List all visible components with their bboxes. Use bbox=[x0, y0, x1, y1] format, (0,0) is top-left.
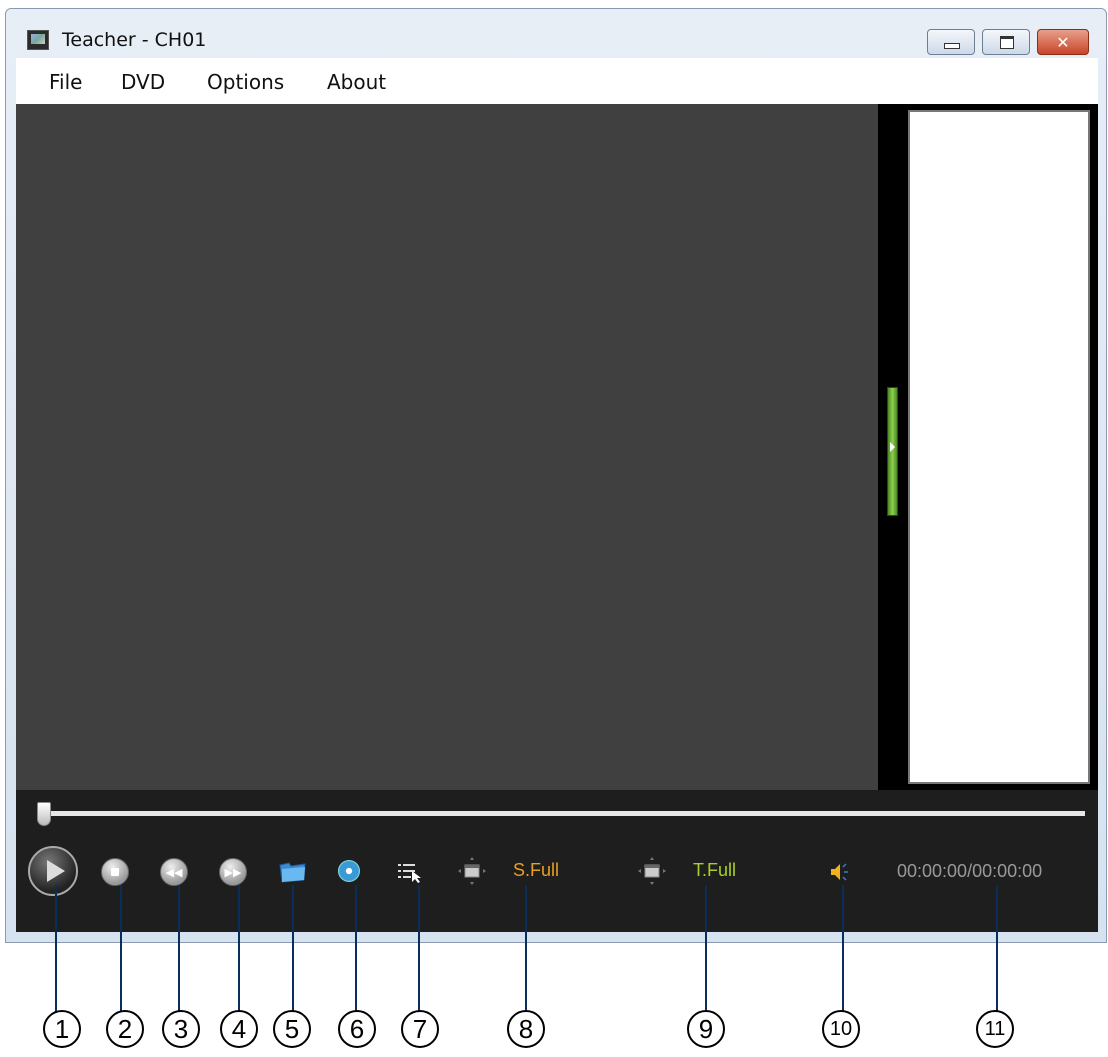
callout-line bbox=[996, 885, 998, 1025]
maximize-button[interactable] bbox=[982, 29, 1030, 55]
menu-bar: File DVD Options About bbox=[16, 58, 1098, 104]
app-icon bbox=[27, 30, 49, 50]
callout-number: 1 bbox=[43, 1010, 81, 1048]
speaker-icon[interactable] bbox=[828, 861, 850, 883]
menu-options[interactable]: Options bbox=[207, 70, 284, 94]
screen-size-label[interactable]: S.Full bbox=[513, 860, 559, 881]
callout-number: 11 bbox=[976, 1010, 1014, 1048]
close-button[interactable]: ✕ bbox=[1037, 29, 1089, 55]
teacher-size-label[interactable]: T.Full bbox=[693, 860, 736, 881]
menu-about[interactable]: About bbox=[327, 70, 386, 94]
callout-number: 2 bbox=[106, 1010, 144, 1048]
playlist-icon[interactable] bbox=[397, 861, 423, 883]
menu-file[interactable]: File bbox=[49, 70, 82, 94]
callout-line bbox=[55, 885, 57, 1025]
previous-button[interactable]: ◀◀ bbox=[160, 858, 188, 886]
callout-line bbox=[178, 885, 180, 1025]
side-panel bbox=[908, 110, 1090, 784]
callout-line bbox=[705, 885, 707, 1025]
menu-dvd[interactable]: DVD bbox=[121, 70, 165, 94]
callout-line bbox=[418, 885, 420, 1025]
video-area[interactable] bbox=[16, 104, 878, 790]
title-bar[interactable]: Teacher - CH01 ✕ bbox=[6, 9, 1106, 65]
play-button[interactable] bbox=[28, 846, 78, 896]
seek-thumb[interactable] bbox=[37, 802, 51, 826]
dvd-icon[interactable] bbox=[338, 860, 360, 882]
time-display: 00:00:00/00:00:00 bbox=[897, 861, 1043, 881]
teacher-size-icon[interactable] bbox=[637, 856, 667, 886]
panel-toggle-handle[interactable] bbox=[887, 387, 898, 516]
callout-number: 6 bbox=[338, 1010, 376, 1048]
callout-number: 5 bbox=[273, 1010, 311, 1048]
callout-line bbox=[355, 885, 357, 1025]
previous-icon: ◀◀ bbox=[165, 865, 183, 879]
next-icon: ▶▶ bbox=[224, 865, 242, 879]
callout-number: 7 bbox=[401, 1010, 439, 1048]
callout-line bbox=[238, 885, 240, 1025]
screen-size-icon[interactable] bbox=[457, 856, 487, 886]
callout-line bbox=[525, 885, 527, 1025]
callout-number: 4 bbox=[220, 1010, 258, 1048]
callout-line bbox=[842, 885, 844, 1025]
seek-bar[interactable] bbox=[46, 811, 1085, 816]
callout-line bbox=[292, 885, 294, 1025]
callout-number: 10 bbox=[822, 1010, 860, 1048]
callout-number: 9 bbox=[687, 1010, 725, 1048]
folder-icon[interactable] bbox=[279, 861, 307, 883]
window-title: Teacher - CH01 bbox=[62, 29, 207, 51]
minimize-button[interactable] bbox=[927, 29, 975, 55]
next-button[interactable]: ▶▶ bbox=[219, 858, 247, 886]
callout-line bbox=[120, 885, 122, 1025]
callout-number: 3 bbox=[162, 1010, 200, 1048]
player-client: ◀◀ ▶▶ S.Full T.Full 00:00:00/00:00:00 bbox=[16, 104, 1098, 932]
callout-number: 8 bbox=[507, 1010, 545, 1048]
close-icon: ✕ bbox=[1056, 32, 1070, 52]
stop-button[interactable] bbox=[101, 858, 129, 886]
